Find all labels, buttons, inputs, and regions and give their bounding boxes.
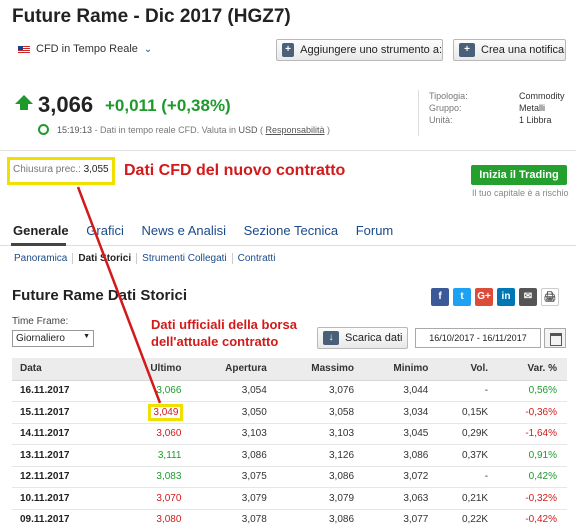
annotation-arrow-line: [76, 186, 162, 404]
annotation-arrow: [76, 186, 162, 404]
